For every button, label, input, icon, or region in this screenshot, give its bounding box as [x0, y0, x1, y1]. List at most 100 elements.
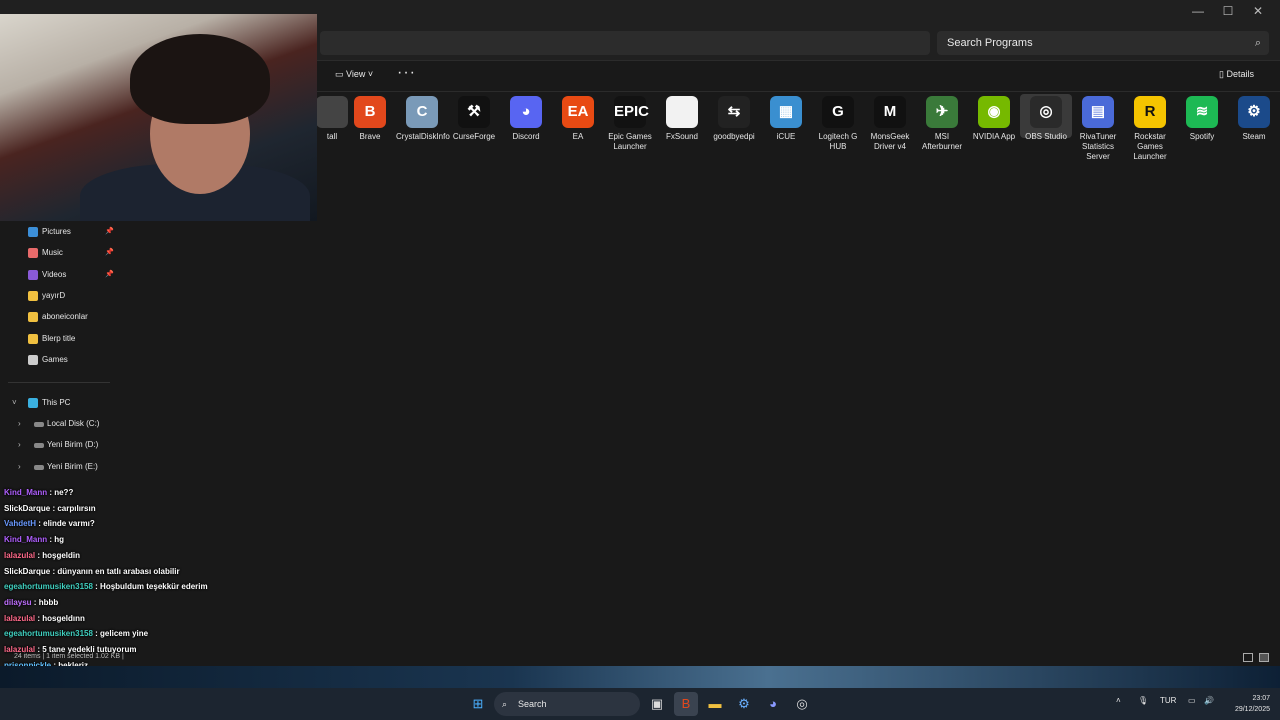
settings-taskbar-icon[interactable]: ⚙: [732, 692, 756, 716]
microphone-icon[interactable]: 🎙: [1138, 696, 1148, 705]
chat-username: SlickDarque: [4, 566, 51, 576]
chevron-right-icon[interactable]: ›: [18, 435, 21, 455]
sidebar-item-label: Local Disk (C:): [47, 419, 100, 428]
sidebar-drive[interactable]: › Local Disk (C:): [0, 414, 118, 434]
pin-icon: 📌: [105, 249, 114, 257]
program-label: iCUE: [776, 132, 796, 141]
taskbar-search[interactable]: ⌕ Search: [494, 692, 640, 716]
search-input[interactable]: Search Programs ⌕: [937, 31, 1269, 55]
start-button[interactable]: ⊞: [466, 692, 490, 716]
crystaldiskinfo-icon: C: [406, 96, 438, 128]
program-item[interactable]: C CrystalDiskInfo: [396, 94, 450, 142]
program-label: NVIDIA App: [972, 132, 1016, 141]
folder-icon: [28, 290, 38, 301]
chat-username: egeahortumusiken3158: [4, 629, 93, 639]
sidebar-item[interactable]: aboneiconlar: [0, 307, 118, 327]
task-view-icon[interactable]: ▣: [645, 692, 669, 716]
minimize-button[interactable]: —: [1188, 4, 1208, 18]
sidebar-item[interactable]: Music 📌: [0, 243, 118, 263]
sidebar-item-label: Blerp title: [42, 333, 76, 343]
address-bar[interactable]: [320, 31, 930, 55]
gamepad-icon: [28, 354, 38, 365]
discord-taskbar-icon[interactable]: ◕: [761, 692, 785, 716]
details-label: Details: [1226, 69, 1254, 79]
program-label: Epic Games Launcher: [608, 132, 652, 151]
program-item[interactable]: ▤ RivaTuner Statistics Server: [1072, 94, 1124, 162]
program-item[interactable]: ⚙ Steam: [1228, 94, 1280, 142]
icue-icon: ▦: [770, 96, 802, 128]
program-item[interactable]: ▦ iCUE: [760, 94, 812, 142]
details-button[interactable]: ▯ Details: [1219, 69, 1254, 80]
chat-text: hosgeldınn: [42, 613, 85, 623]
sidebar-item[interactable]: Pictures 📌: [0, 222, 118, 242]
volume-icon[interactable]: 🔊: [1204, 696, 1214, 705]
sidebar-item[interactable]: Blerp title: [0, 329, 118, 349]
chat-text: hbbb: [38, 597, 59, 607]
chat-message: VahdetH : elinde varmı?: [4, 519, 95, 528]
chevron-up-icon[interactable]: ˄: [1116, 696, 1121, 705]
view-button[interactable]: ▭ View ˅: [335, 69, 373, 80]
program-item[interactable]: ◕ Discord: [500, 94, 552, 142]
sidebar-item-label: This PC: [42, 398, 71, 407]
rivatuner-icon: ▤: [1082, 96, 1114, 128]
program-label: MonsGeek Driver v4: [870, 132, 910, 151]
brave-taskbar-icon[interactable]: B: [674, 692, 698, 716]
program-item[interactable]: B Brave: [344, 94, 396, 142]
chevron-down-icon: ˅: [365, 69, 374, 79]
music-icon: [28, 248, 38, 259]
details-view-icon[interactable]: [1243, 653, 1253, 662]
program-item[interactable]: EA EA: [552, 94, 604, 142]
chat-username: VahdetH: [4, 519, 37, 529]
program-item[interactable]: FxSound: [656, 94, 708, 142]
chat-message: SlickDarque : dünyanın en tatlı arabası …: [4, 567, 180, 576]
navigation-pane: Pictures 📌 Music 📌 Videos 📌 yayırD aboneiconlar…: [0, 222, 118, 490]
nvidia-icon: ◉: [978, 96, 1010, 128]
chat-username: lalazulal: [4, 613, 36, 623]
spotify-icon: ≋: [1186, 96, 1218, 128]
program-item[interactable]: R Rockstar Games Launcher: [1124, 94, 1176, 162]
language-indicator[interactable]: TUR: [1160, 696, 1176, 705]
discord-icon: ◕: [510, 96, 542, 128]
program-item[interactable]: ≋ Spotify: [1176, 94, 1228, 142]
chevron-down-icon[interactable]: ˅: [12, 393, 17, 413]
drive-icon: [34, 443, 44, 449]
program-item[interactable]: M MonsGeek Driver v4: [864, 94, 916, 152]
maximize-button[interactable]: ☐: [1218, 4, 1238, 18]
sidebar-item[interactable]: yayırD: [0, 286, 118, 306]
chevron-right-icon[interactable]: ›: [18, 414, 21, 434]
program-label: EA: [572, 132, 584, 141]
clock-date: 29/12/2025: [1234, 706, 1270, 713]
sidebar-item[interactable]: Videos 📌: [0, 265, 118, 285]
program-item[interactable]: ◎ OBS Studio: [1020, 94, 1072, 141]
sidebar-item[interactable]: Games: [0, 350, 118, 370]
chat-separator: :: [31, 597, 39, 607]
program-item[interactable]: ✈ MSI Afterburner: [916, 94, 968, 152]
obs-taskbar-icon[interactable]: ◎: [790, 692, 814, 716]
file-explorer-taskbar-icon[interactable]: ▬: [703, 692, 727, 716]
chat-username: egeahortumusiken3158: [4, 582, 93, 592]
sidebar-item-this-pc[interactable]: ˅ This PC: [0, 393, 118, 413]
network-icon[interactable]: ▭: [1188, 696, 1196, 705]
program-label: CurseForge: [452, 132, 496, 141]
program-label: goodbyedpi: [713, 132, 755, 141]
program-item[interactable]: ⚒ CurseForge: [448, 94, 500, 142]
webcam-person-hair: [130, 34, 270, 124]
chat-text: 5 tane yedekli tutuyorum: [42, 645, 137, 654]
large-icons-view-icon[interactable]: [1259, 653, 1269, 662]
program-item[interactable]: ⇆ goodbyedpi: [708, 94, 760, 142]
close-button[interactable]: ✕: [1248, 4, 1268, 18]
chat-text: dünyanın en tatlı arabası olabilir: [57, 566, 180, 576]
taskbar: ⊞ ⌕ Search ▣ B ▬ ⚙ ◕ ◎ ˄ 🎙 TUR ▭ 🔊 23:07…: [0, 688, 1280, 720]
sidebar-drive[interactable]: › Yeni Birim (D:): [0, 435, 118, 455]
program-label: FxSound: [665, 132, 699, 141]
more-options-button[interactable]: ···: [397, 64, 416, 82]
sidebar-item-label: Yeni Birim (D:): [47, 440, 99, 450]
chat-text: gelicem yine: [100, 629, 149, 639]
program-label: OBS Studio: [1025, 132, 1067, 141]
program-item[interactable]: EPIC Epic Games Launcher: [604, 94, 656, 152]
program-item[interactable]: G Logitech G HUB: [812, 94, 864, 152]
search-placeholder: Search Programs: [947, 37, 1033, 49]
clock[interactable]: 23:07 29/12/2025: [1235, 693, 1270, 715]
sidebar-item-label: Music: [42, 248, 63, 258]
program-item[interactable]: ◉ NVIDIA App: [968, 94, 1020, 142]
